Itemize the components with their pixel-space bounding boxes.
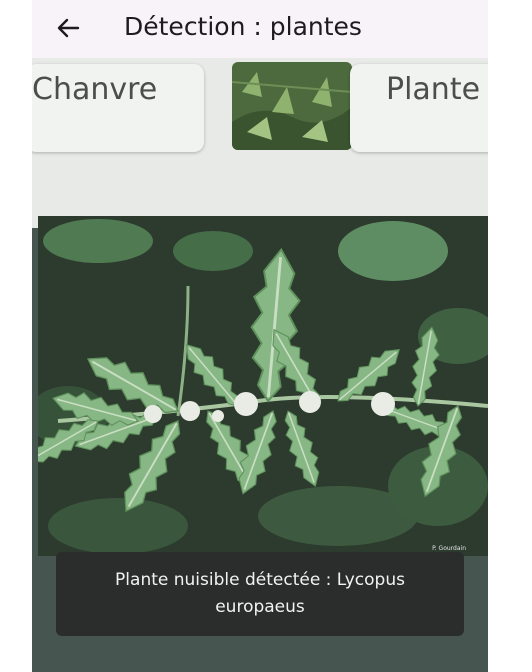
page-title: Détection : plantes: [124, 12, 362, 41]
snackbar-message: Plante nuisible détectée : Lycopus europ…: [115, 570, 405, 617]
detection-snackbar: Plante nuisible détectée : Lycopus europ…: [56, 552, 464, 636]
printed-plant-thumbnail: [232, 62, 352, 150]
printed-card-right-text: Plante: [386, 72, 481, 107]
back-button[interactable]: [54, 14, 82, 42]
printed-card-left: Chanvre: [32, 64, 204, 152]
printed-card-left-text: Chanvre: [32, 72, 158, 107]
printed-card-right: Plante: [350, 64, 488, 152]
plant-photo: P. Gourdain: [38, 216, 488, 556]
app-screen: Détection : plantes Chanvre Plante P. Go…: [32, 0, 488, 672]
photographed-page: Chanvre Plante: [32, 58, 488, 228]
photo-credit: P. Gourdain: [432, 545, 466, 552]
arrow-left-icon: [57, 18, 80, 38]
top-app-bar: Détection : plantes: [32, 0, 488, 58]
